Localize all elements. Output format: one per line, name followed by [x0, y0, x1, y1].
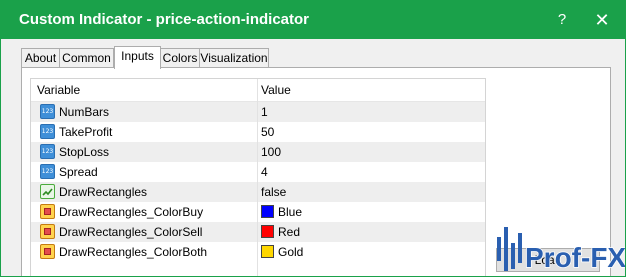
color-name: Blue [278, 205, 303, 219]
variable-name: DrawRectangles_ColorBoth [59, 245, 208, 259]
table-row[interactable]: DrawRectangles_ColorBoth Gold [31, 242, 485, 262]
inputs-table: Variable Value 123 NumBars 1 123 TakePro… [30, 78, 486, 276]
color-icon [40, 244, 55, 259]
tab-common[interactable]: Common [59, 48, 114, 68]
close-button[interactable]: ✕ [586, 5, 618, 35]
color-name: Red [278, 225, 301, 239]
variable-name: StopLoss [59, 145, 110, 159]
inputs-panel: Variable Value 123 NumBars 1 123 TakePro… [21, 67, 611, 276]
numeric-icon: 123 [40, 164, 55, 179]
tab-about[interactable]: About [21, 48, 60, 68]
color-name: Gold [278, 245, 304, 259]
value-cell[interactable]: 100 [261, 142, 481, 162]
variable-name: DrawRectangles_ColorBuy [59, 205, 204, 219]
numeric-icon: 123 [40, 144, 55, 159]
column-divider[interactable] [257, 79, 258, 276]
value-column-header[interactable]: Value [261, 79, 481, 101]
value-cell[interactable]: 1 [261, 102, 481, 122]
table-row[interactable]: DrawRectangles_ColorBuy Blue [31, 202, 485, 222]
boolean-icon [40, 184, 55, 199]
value-cell[interactable]: false [261, 182, 481, 202]
table-row[interactable]: 123 Spread 4 [31, 162, 485, 182]
custom-indicator-dialog: Custom Indicator - price-action-indicato… [0, 0, 626, 277]
variable-name: NumBars [59, 105, 110, 119]
value-cell[interactable]: 50 [261, 122, 481, 142]
variable-name: DrawRectangles [59, 185, 148, 199]
table-row[interactable]: 123 StopLoss 100 [31, 142, 485, 162]
color-swatch [261, 205, 274, 218]
load-button[interactable]: Load [496, 248, 600, 272]
table-header: Variable Value [31, 79, 485, 101]
variable-name: Spread [59, 165, 98, 179]
variable-name: TakeProfit [59, 125, 113, 139]
color-icon [40, 204, 55, 219]
value-cell[interactable]: Red [261, 222, 481, 242]
numeric-icon: 123 [40, 104, 55, 119]
help-button[interactable]: ? [546, 5, 578, 35]
tab-visualization[interactable]: Visualization [199, 48, 269, 68]
table-row[interactable]: 123 NumBars 1 [31, 102, 485, 122]
window-title: Custom Indicator - price-action-indicato… [19, 11, 310, 28]
variable-column-header[interactable]: Variable [37, 79, 255, 101]
table-row[interactable]: DrawRectangles false [31, 182, 485, 202]
value-cell[interactable]: 4 [261, 162, 481, 182]
tab-inputs[interactable]: Inputs [114, 46, 161, 69]
numeric-icon: 123 [40, 124, 55, 139]
value-cell[interactable]: Blue [261, 202, 481, 222]
table-row[interactable]: DrawRectangles_ColorSell Red [31, 222, 485, 242]
title-bar[interactable]: Custom Indicator - price-action-indicato… [1, 1, 625, 39]
table-row[interactable]: 123 TakeProfit 50 [31, 122, 485, 142]
tab-colors[interactable]: Colors [160, 48, 200, 68]
variable-name: DrawRectangles_ColorSell [59, 225, 203, 239]
color-swatch [261, 245, 274, 258]
color-icon [40, 224, 55, 239]
color-swatch [261, 225, 274, 238]
value-cell[interactable]: Gold [261, 242, 481, 262]
